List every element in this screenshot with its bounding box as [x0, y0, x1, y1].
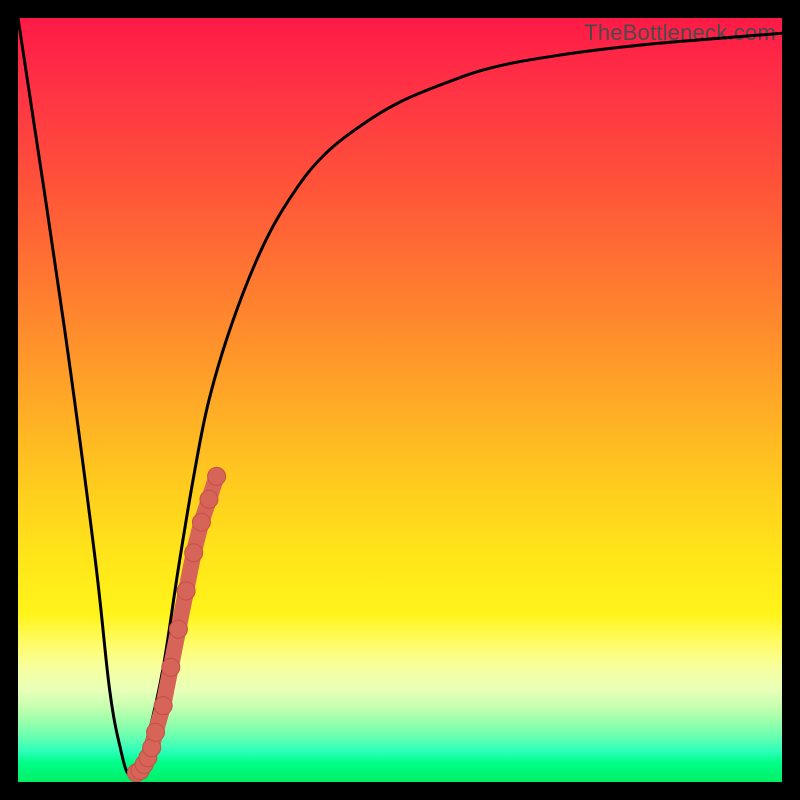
chart-frame: TheBottleneck.com: [0, 0, 800, 800]
background-gradient: [18, 18, 782, 782]
plot-area: TheBottleneck.com: [18, 18, 782, 782]
watermark-text: TheBottleneck.com: [584, 20, 776, 46]
